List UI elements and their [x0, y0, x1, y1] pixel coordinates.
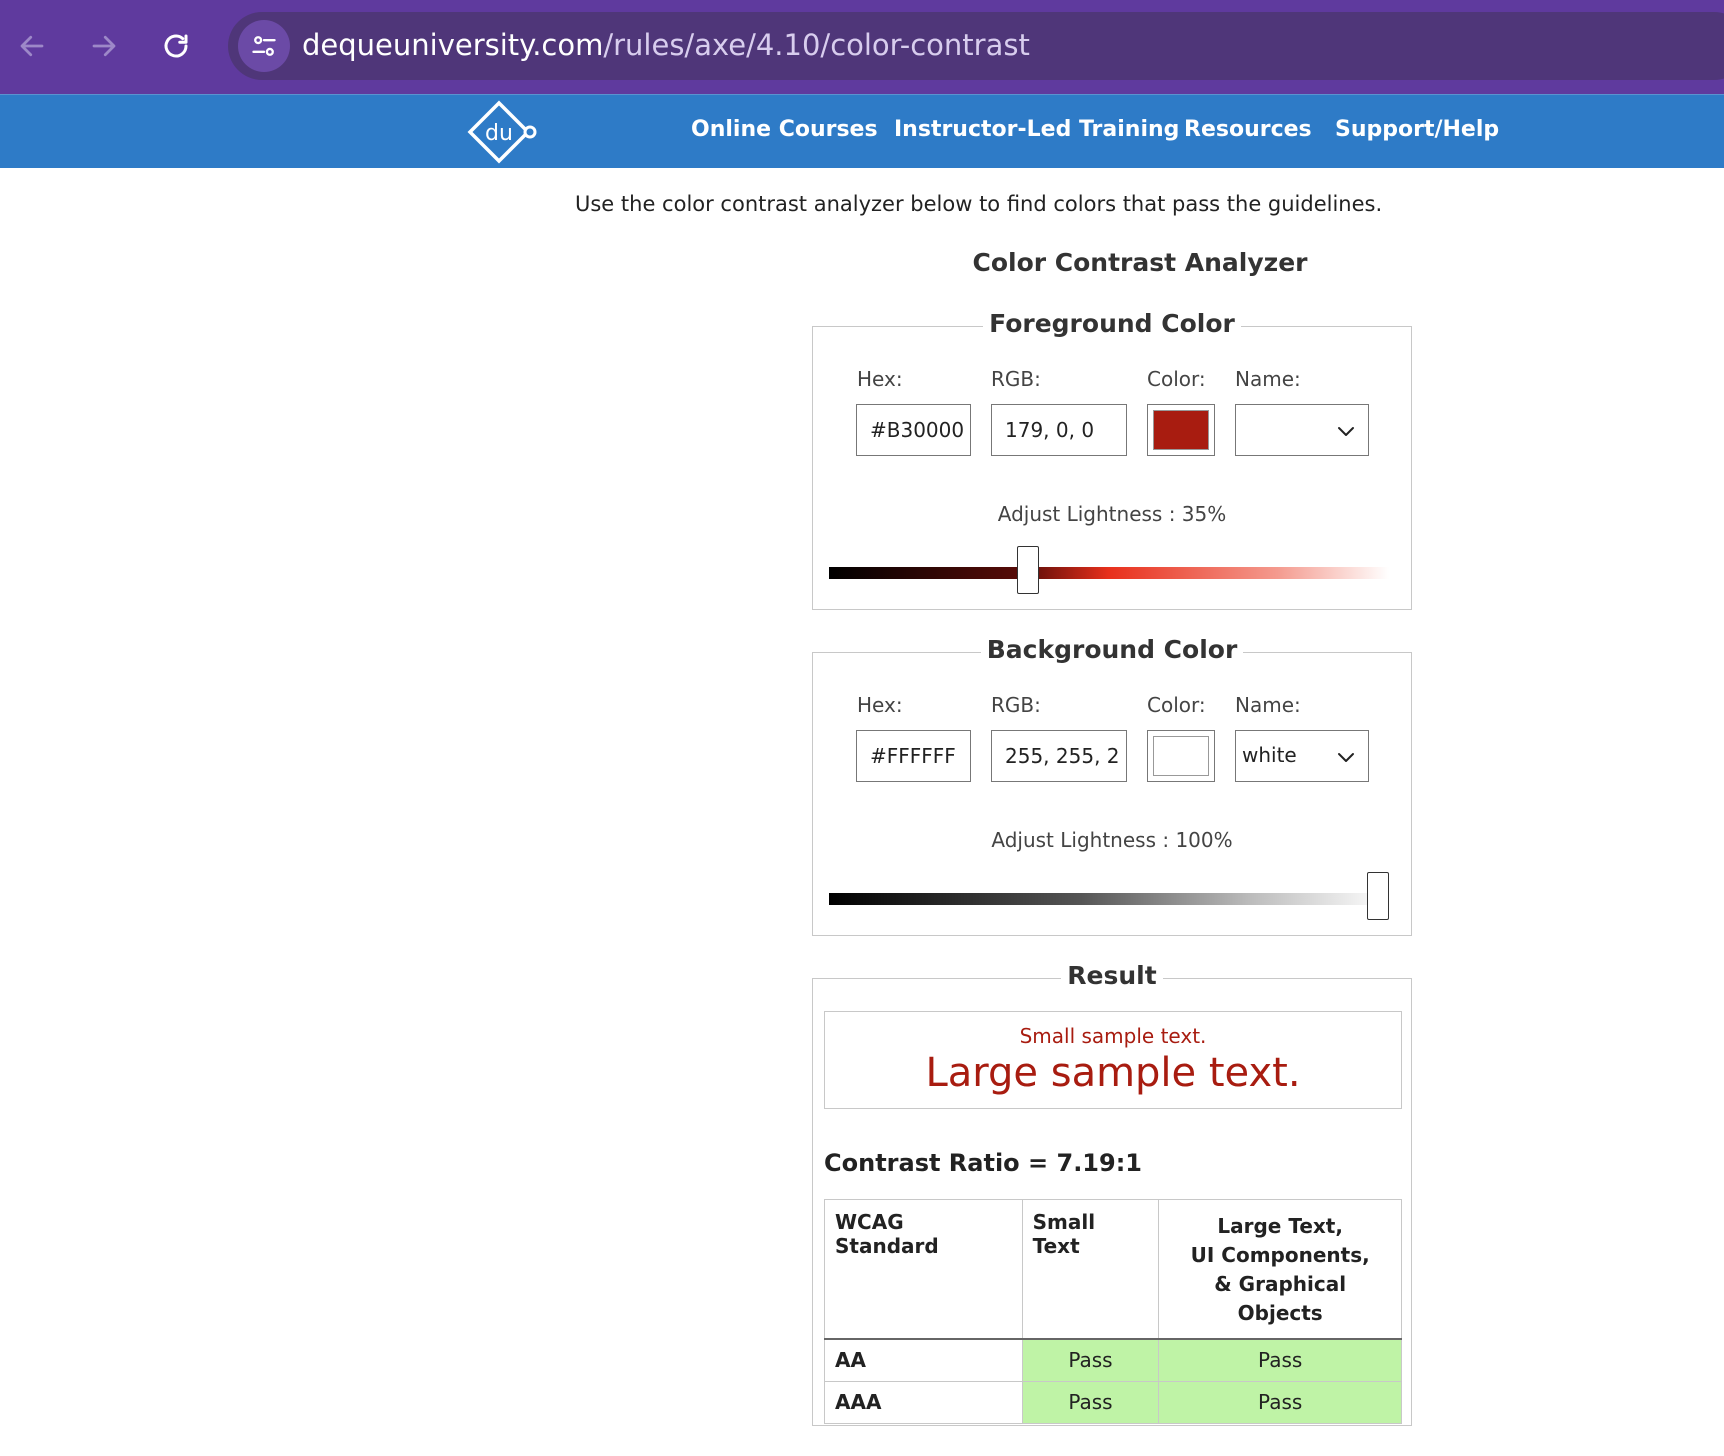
table-header-row: WCAG Standard Small Text Large Text, UI …: [824, 1199, 1402, 1340]
forward-button[interactable]: [76, 18, 132, 74]
deque-university-logo[interactable]: du: [464, 99, 538, 165]
url-domain: dequeuniversity.com: [302, 28, 604, 62]
result-legend-text: Result: [1061, 961, 1163, 990]
wcag-results-table: WCAG Standard Small Text Large Text, UI …: [824, 1199, 1402, 1424]
nav-online-courses[interactable]: Online Courses: [691, 117, 878, 142]
fg-hex-input[interactable]: [856, 404, 971, 456]
fg-color-label: Color:: [1147, 367, 1206, 391]
nav-resources[interactable]: Resources: [1184, 117, 1312, 142]
reload-button[interactable]: [148, 18, 204, 74]
row-standard: AA: [824, 1338, 1023, 1382]
site-header: du Online Courses Instructor-Led Trainin…: [0, 94, 1724, 168]
bg-lightness-slider[interactable]: [829, 893, 1389, 905]
bg-adjust-label: Adjust Lightness : 100%: [991, 828, 1233, 852]
table-row: AAA Pass Pass: [824, 1380, 1402, 1424]
background-legend: Background Color: [813, 635, 1411, 664]
site-info-button[interactable]: [238, 20, 290, 72]
bg-hex-label: Hex:: [857, 693, 903, 717]
small-sample-text: Small sample text.: [1019, 1024, 1207, 1048]
fg-name-select[interactable]: [1235, 404, 1369, 456]
row-large-result: Pass: [1158, 1338, 1402, 1382]
chevron-down-icon: [1338, 427, 1354, 436]
bg-rgb-input[interactable]: [991, 730, 1127, 782]
background-panel: Background Color Hex: RGB: Color: Name: …: [812, 635, 1412, 936]
row-small-result: Pass: [1021, 1338, 1160, 1382]
fg-name-label: Name:: [1235, 367, 1301, 391]
fg-color-picker[interactable]: [1147, 404, 1215, 456]
address-bar[interactable]: dequeuniversity.com/rules/axe/4.10/color…: [228, 12, 1724, 80]
arrow-right-icon: [92, 35, 116, 57]
bg-color-picker[interactable]: [1147, 730, 1215, 782]
back-button[interactable]: [4, 18, 60, 74]
foreground-panel: Foreground Color Hex: RGB: Color: Name: …: [812, 309, 1412, 610]
bg-name-value: white: [1242, 743, 1297, 767]
row-small-result: Pass: [1021, 1380, 1160, 1424]
nav-support-help[interactable]: Support/Help: [1335, 117, 1499, 142]
reload-icon: [164, 34, 188, 58]
logo-text: du: [485, 121, 513, 146]
chevron-down-icon: [1338, 753, 1354, 762]
header-small-text: Small Text: [1021, 1199, 1160, 1340]
bg-rgb-label: RGB:: [991, 693, 1041, 717]
bg-name-select[interactable]: white: [1235, 730, 1369, 782]
bg-color-label: Color:: [1147, 693, 1206, 717]
fg-rgb-label: RGB:: [991, 367, 1041, 391]
bg-name-label: Name:: [1235, 693, 1301, 717]
fg-hex-label: Hex:: [857, 367, 903, 391]
sample-preview: Small sample text. Large sample text.: [824, 1011, 1402, 1109]
nav-instructor-led-training[interactable]: Instructor-Led Training: [894, 117, 1179, 142]
bg-hex-input[interactable]: [856, 730, 971, 782]
fg-color-swatch: [1153, 410, 1209, 450]
row-standard: AAA: [824, 1380, 1023, 1424]
result-panel: Result Small sample text. Large sample t…: [812, 961, 1412, 1426]
browser-toolbar: dequeuniversity.com/rules/axe/4.10/color…: [0, 0, 1724, 94]
contrast-ratio: Contrast Ratio = 7.19:1: [824, 1149, 1142, 1177]
tune-icon: [252, 36, 276, 56]
arrow-left-icon: [20, 35, 44, 57]
analyzer-title: Color Contrast Analyzer: [972, 248, 1308, 277]
fg-slider-thumb[interactable]: [1017, 546, 1040, 594]
result-legend: Result: [813, 961, 1411, 990]
url-path: /rules/axe/4.10/color-contrast: [603, 28, 1030, 62]
row-large-result: Pass: [1158, 1380, 1402, 1424]
bg-slider-thumb[interactable]: [1367, 872, 1389, 920]
fg-adjust-label: Adjust Lightness : 35%: [997, 502, 1227, 526]
url-text[interactable]: dequeuniversity.com/rules/axe/4.10/color…: [302, 28, 1030, 62]
foreground-legend-text: Foreground Color: [983, 309, 1241, 338]
header-large-text: Large Text, UI Components, & Graphical O…: [1158, 1199, 1402, 1340]
fg-lightness-slider[interactable]: [829, 567, 1389, 579]
foreground-legend: Foreground Color: [813, 309, 1411, 338]
intro-text: Use the color contrast analyzer below to…: [575, 192, 1383, 216]
background-legend-text: Background Color: [980, 635, 1244, 664]
fg-rgb-input[interactable]: [991, 404, 1127, 456]
header-wcag-standard: WCAG Standard: [824, 1199, 1023, 1340]
bg-color-swatch: [1153, 736, 1209, 776]
table-row: AA Pass Pass: [824, 1338, 1402, 1382]
large-sample-text: Large sample text.: [925, 1050, 1301, 1096]
